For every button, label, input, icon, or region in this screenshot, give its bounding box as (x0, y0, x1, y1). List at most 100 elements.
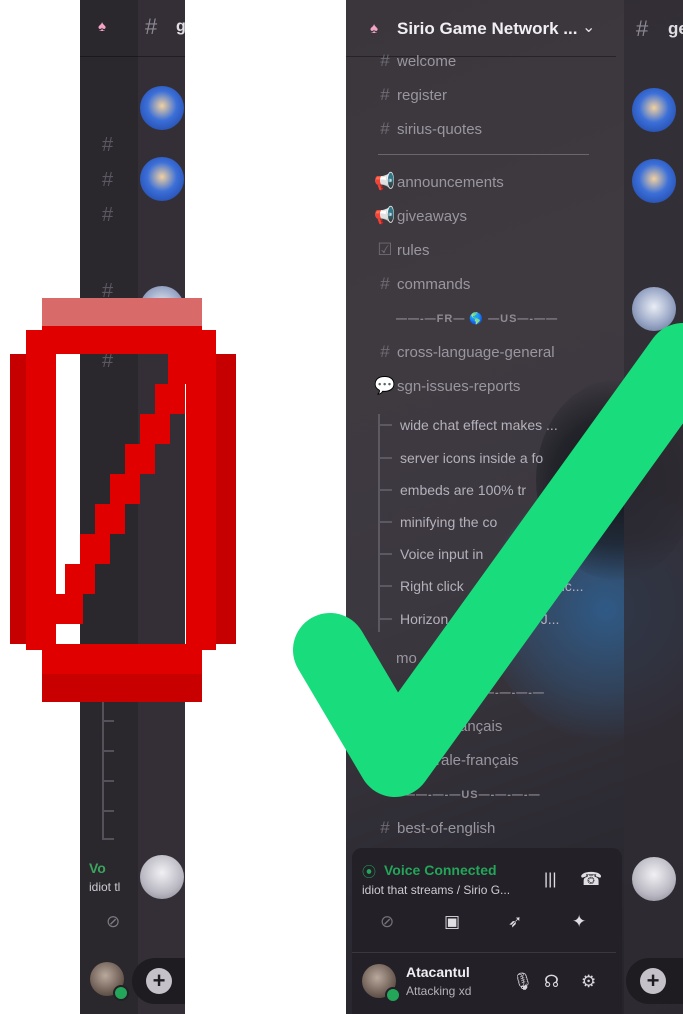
server-name[interactable]: Sirio Game Network ... (397, 19, 577, 39)
anime-avatar[interactable] (632, 857, 676, 901)
chat-channel-title: ge (668, 19, 683, 38)
video-off-icon[interactable]: ⊘ (380, 912, 394, 932)
voice-channel-label[interactable]: idiot that streams / Sirio G... (362, 883, 510, 897)
noise-suppression-icon[interactable]: ||| (544, 871, 556, 889)
headphones-icon[interactable]: ☊ (544, 972, 559, 992)
hash-icon[interactable]: # (102, 350, 113, 373)
hash-icon: # (380, 274, 390, 293)
channel-label: giveaways (397, 207, 468, 225)
plus-icon: + (146, 968, 172, 994)
channel-partial-tail: ws (484, 649, 503, 667)
voice-connected-label[interactable]: Voice Connected (384, 862, 497, 878)
thread-label: embeds are 100% tr (400, 482, 527, 498)
thread-tail: nc... (557, 578, 584, 594)
hash-icon[interactable]: # (102, 134, 113, 157)
channel-announcements[interactable]: 📢 announcements (374, 169, 504, 195)
sonic-avatar[interactable] (140, 86, 184, 130)
anime-avatar[interactable] (632, 287, 676, 331)
chevron-down-icon[interactable]: ⌄ (582, 17, 595, 37)
channel-partial-tail[interactable]: rançais (454, 713, 502, 739)
video-off-icon[interactable]: ⊘ (106, 912, 120, 932)
category-separator (378, 154, 589, 155)
channel-label: commands (397, 275, 471, 293)
channel-partial[interactable]: mo (396, 645, 417, 671)
voice-channel-label: idiot tl (89, 880, 121, 894)
anime-avatar[interactable] (140, 855, 184, 899)
thread-item[interactable]: minifying the co (378, 507, 497, 537)
channel-giveaways[interactable]: 📢 giveaways (374, 203, 467, 229)
gear-icon[interactable]: ⚙ (581, 972, 596, 992)
disconnect-icon[interactable]: ☎ (580, 869, 602, 890)
narrow-discord-sidebar: ♠ # g # # # # # Vo idiot tl ⊘ + (80, 0, 185, 1014)
thread-tail: st is J... (512, 611, 560, 627)
anime-avatar[interactable] (140, 286, 184, 330)
hash-icon[interactable]: # (102, 204, 113, 227)
channel-welcome[interactable]: # welcome (374, 48, 456, 74)
hash-icon: # (380, 342, 390, 361)
channel-label: register (397, 86, 448, 104)
thread-item[interactable]: wide chat effect makes ... (378, 410, 558, 440)
fr-us-divider: ——-—FR— 🌎 —US—-—— (396, 313, 559, 325)
narrow-header: ♠ # g (80, 0, 185, 57)
user-status: Attacking xd (406, 984, 472, 998)
hash-lock-icon: # (380, 818, 390, 837)
thread-label: Right click (400, 578, 464, 594)
forum-icon: 💬 (374, 376, 396, 395)
thread-item[interactable]: Voice input in (378, 539, 483, 569)
thread-tree-lines (102, 700, 118, 840)
soundboard-icon[interactable]: ✦ (572, 912, 586, 932)
thread-label: Voice input in (400, 546, 484, 562)
add-attachment-button[interactable]: + (626, 958, 683, 1004)
narrow-channel-title: g (176, 18, 185, 35)
plus-icon: + (640, 968, 666, 994)
username[interactable]: Atacantul (406, 964, 470, 980)
megaphone-icon: 📢 (374, 172, 396, 191)
thread-label: minifying the co (400, 514, 498, 530)
thread-item[interactable]: embeds are 100% tr (378, 475, 526, 505)
us-divider: ——-—-—US—-—-—-— (404, 789, 541, 801)
microphone-icon[interactable]: 🎙 (512, 972, 534, 992)
thread-item[interactable]: server icons inside a fo (378, 443, 543, 473)
channel-label: cross-language-general (397, 343, 555, 361)
online-status-dot (113, 985, 129, 1001)
channel-register[interactable]: # register (374, 82, 447, 108)
sonic-avatar[interactable] (632, 88, 676, 132)
hash-icon: # (145, 14, 158, 39)
channel-sgn-issues-reports[interactable]: 💬 sgn-issues-reports (374, 373, 520, 399)
thread-item[interactable]: Horizon (378, 604, 448, 634)
megaphone-icon: 📢 (374, 206, 396, 225)
hash-icon: # (636, 16, 649, 41)
home-icon[interactable]: ♠ (98, 18, 106, 35)
channel-label: welcome (397, 52, 457, 70)
channel-commands[interactable]: # commands (374, 271, 470, 297)
sonic-avatar[interactable] (632, 159, 676, 203)
channel-rules[interactable]: ☑ rules (374, 237, 429, 263)
channel-cross-language-general[interactable]: # cross-language-general (374, 339, 555, 365)
home-icon[interactable]: ♠ (370, 20, 378, 37)
hash-icon: # (380, 85, 390, 104)
thread-label: server icons inside a fo (400, 450, 544, 466)
fr-divider: R—-—-—-— (474, 687, 545, 699)
wide-discord-sidebar: ♠ Sirio Game Network ... ⌄ # ge # welcom… (346, 0, 683, 1014)
hash-icon[interactable]: # (102, 169, 113, 192)
thread-label: Horizon (400, 611, 449, 627)
channel-best-of-english[interactable]: # best-of-english (374, 815, 495, 841)
channel-sirius-quotes[interactable]: # sirius-quotes (374, 116, 482, 142)
channel-label: mo (396, 649, 417, 667)
rules-icon: ☑ (377, 240, 393, 259)
user-panel-divider (352, 952, 616, 953)
add-attachment-button[interactable]: + (132, 958, 185, 1004)
activity-rocket-icon[interactable]: ➶ (508, 912, 522, 932)
channel-label: sgn-issues-reports (397, 377, 521, 395)
channel-partial-tail[interactable]: rale-français (436, 747, 519, 773)
screen-share-icon[interactable]: ▣ (444, 912, 460, 932)
thread-label: wide chat effect makes ... (400, 417, 558, 433)
thread-tail: . (572, 546, 576, 562)
sonic-avatar[interactable] (140, 157, 184, 201)
voice-connected-label: Vo (89, 860, 106, 876)
signal-icon[interactable]: ⦿ (362, 862, 376, 882)
hash-icon[interactable]: # (102, 280, 113, 303)
channel-label: best-of-english (397, 819, 496, 837)
thread-item[interactable]: Right click (378, 571, 464, 601)
channel-label: announcements (397, 173, 504, 191)
